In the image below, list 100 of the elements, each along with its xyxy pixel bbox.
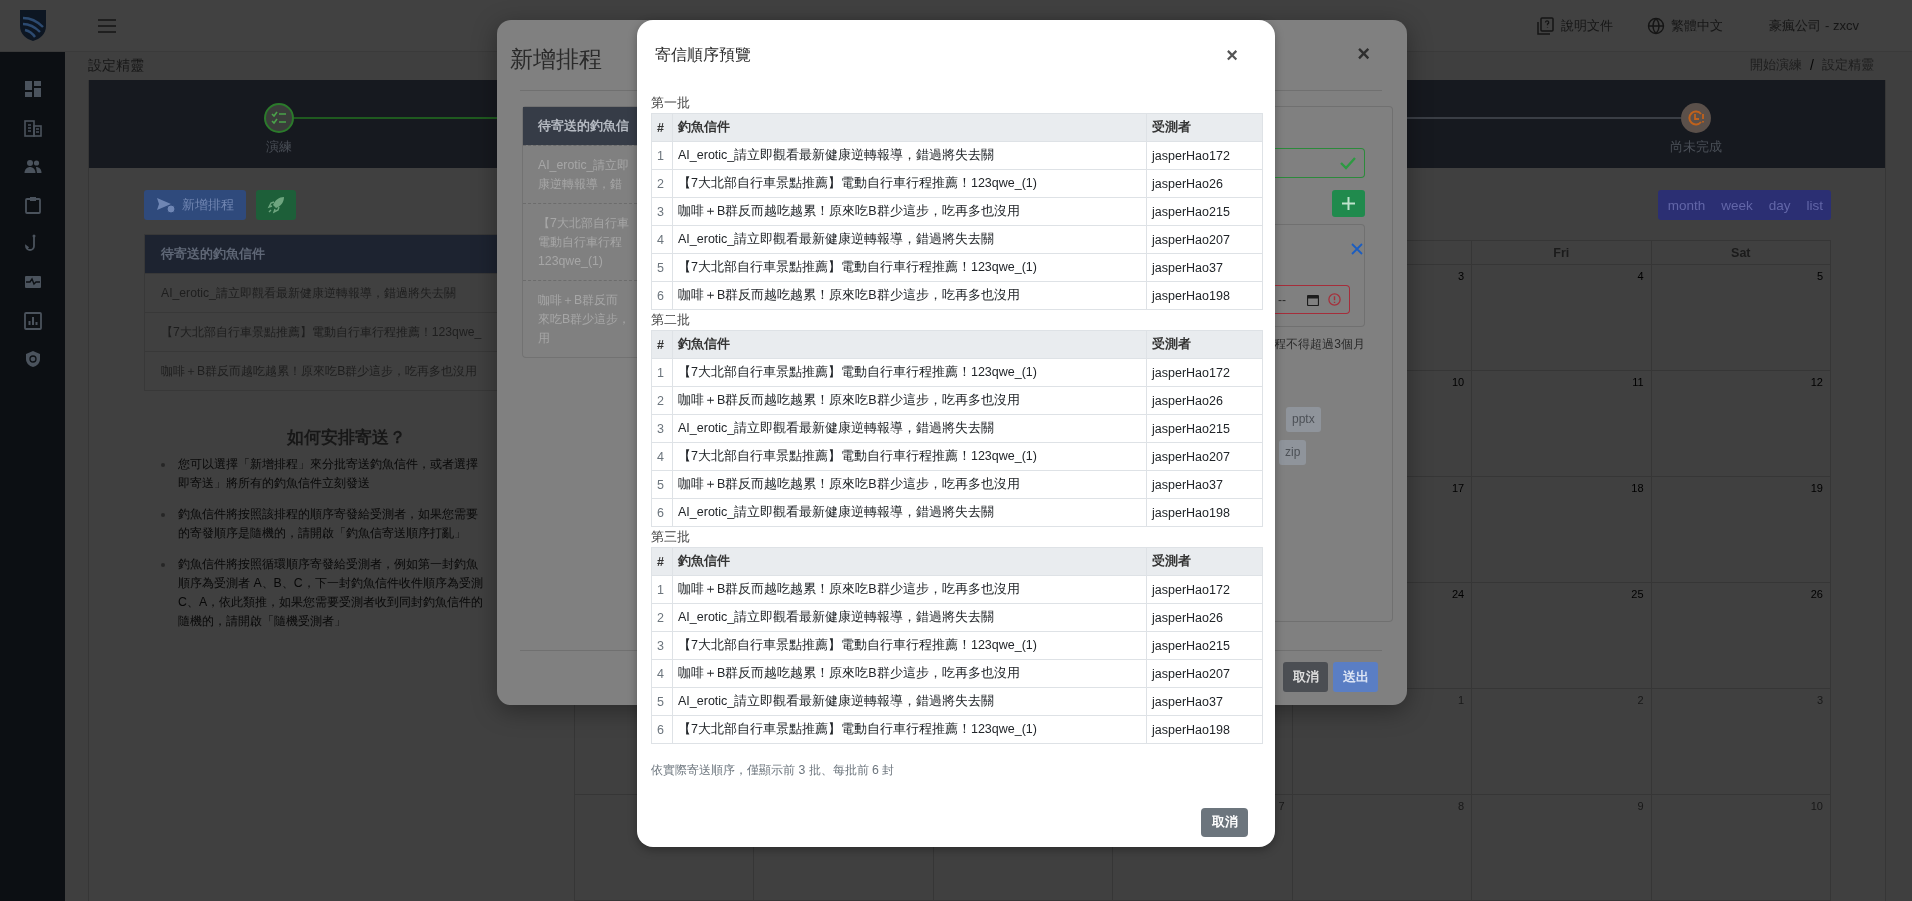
send-now-button[interactable] — [256, 190, 296, 220]
table-cell: jasperHao37 — [1146, 253, 1263, 282]
day-number: 17 — [1451, 482, 1465, 494]
batch-label: 第二批 — [651, 312, 691, 329]
file-type-tag: zip — [1279, 440, 1307, 465]
day-number: 11 — [1632, 376, 1644, 388]
table-cell: jasperHao215 — [1146, 631, 1263, 660]
dialog-title: 新增排程 — [510, 45, 603, 74]
building-icon[interactable] — [23, 118, 42, 137]
dashboard-icon[interactable] — [23, 80, 42, 98]
cancel-button[interactable]: 取消 — [1283, 662, 1328, 692]
breadcrumb-separator: / — [1810, 57, 1814, 74]
table-cell: jasperHao207 — [1146, 442, 1263, 471]
table-cell: jasperHao37 — [1146, 470, 1263, 499]
column-header: 受測者 — [1146, 113, 1263, 142]
table-cell: jasperHao26 — [1146, 603, 1263, 632]
card-header: 待寄送的釣魚信 — [523, 107, 637, 145]
table-cell: 4 — [651, 442, 673, 471]
table-cell: jasperHao215 — [1146, 414, 1263, 443]
table-cell: 咖啡＋B群反而越吃越累！原來吃B群少這步，吃再多也沒用 — [672, 659, 1147, 688]
shield-logo — [17, 9, 48, 42]
day-number: 24 — [1451, 588, 1465, 600]
column-header: # — [651, 330, 673, 359]
table-cell: 【7大北部自行車景點推薦】電動自行車行程推薦！123qwe_(1) — [672, 442, 1147, 471]
help-document-icon — [1537, 16, 1556, 35]
submit-button[interactable]: 送出 — [1333, 662, 1378, 692]
table-cell: 咖啡＋B群反而越吃越累！原來吃B群少這步，吃再多也沒用 — [672, 197, 1147, 226]
table-cell: 3 — [651, 197, 673, 226]
table-cell: 【7大北部自行車景點推薦】電動自行車行程推薦！123qwe_(1) — [672, 358, 1147, 387]
day-number: 25 — [1631, 588, 1644, 600]
close-button[interactable]: × — [1357, 42, 1370, 66]
table-cell: 5 — [651, 687, 673, 716]
date-field[interactable]: -- — [1275, 285, 1350, 314]
table-cell: 【7大北部自行車景點推薦】電動自行車行程推薦！123qwe_(1) — [672, 715, 1147, 744]
table-cell: 4 — [651, 659, 673, 688]
table-cell: jasperHao215 — [1146, 197, 1263, 226]
table-cell: jasperHao26 — [1146, 386, 1263, 415]
table-cell: 1 — [651, 358, 673, 387]
table-cell: jasperHao198 — [1146, 715, 1263, 744]
plus-icon[interactable] — [1332, 190, 1365, 217]
table-cell: AI_erotic_請立即觀看最新健康逆轉報導，錯過將失去關 — [672, 498, 1147, 527]
table-cell: AI_erotic_請立即觀看最新健康逆轉報導，錯過將失去關 — [672, 687, 1147, 716]
people-icon[interactable] — [23, 157, 42, 176]
column-header: 受測者 — [1146, 330, 1263, 359]
shield-icon[interactable] — [23, 350, 42, 369]
table-cell: 2 — [651, 603, 673, 632]
table-cell: 5 — [651, 253, 673, 282]
table-cell: 咖啡＋B群反而越吃越累！原來吃B群少這步，吃再多也沒用 — [672, 386, 1147, 415]
batch-label: 第三批 — [651, 529, 691, 546]
table-cell: jasperHao198 — [1146, 498, 1263, 527]
column-header: 釣魚信件 — [672, 330, 1147, 359]
table-cell: 1 — [651, 141, 673, 170]
table-cell: jasperHao198 — [1146, 281, 1263, 310]
menu-icon[interactable] — [98, 18, 116, 33]
day-number: 5 — [1816, 270, 1823, 282]
table-cell: AI_erotic_請立即觀看最新健康逆轉報導，錯過將失去關 — [672, 603, 1147, 632]
table-cell: 3 — [651, 631, 673, 660]
day-number: 4 — [1637, 270, 1644, 282]
table-cell: 6 — [651, 715, 673, 744]
send-clock-icon — [156, 197, 176, 213]
table-cell: 6 — [651, 498, 673, 527]
check-icon — [1340, 156, 1356, 170]
batch-label: 第一批 — [651, 95, 691, 112]
table-cell: jasperHao172 — [1146, 141, 1263, 170]
table-cell: AI_erotic_請立即觀看最新健康逆轉報導，錯過將失去關 — [672, 414, 1147, 443]
clipboard-icon[interactable] — [23, 195, 42, 214]
dialog-title: 寄信順序預覽 — [655, 45, 751, 65]
table-cell: 咖啡＋B群反而越吃越累！原來吃B群少這步，吃再多也沒用 — [672, 575, 1147, 604]
table-cell: 咖啡＋B群反而越吃越累！原來吃B群少這步，吃再多也沒用 — [672, 470, 1147, 499]
add-schedule-button[interactable]: 新增排程 — [144, 190, 246, 220]
remove-icon[interactable] — [1351, 243, 1363, 255]
day-number: 10 — [1451, 376, 1465, 388]
close-button[interactable]: × — [1226, 43, 1238, 67]
bar-chart-icon[interactable] — [23, 311, 42, 330]
table-cell: jasperHao207 — [1146, 225, 1263, 254]
column-header: 釣魚信件 — [672, 113, 1147, 142]
table-cell: 5 — [651, 470, 673, 499]
table-cell: 【7大北部自行車景點推薦】電動自行車行程推薦！123qwe_(1) — [672, 253, 1147, 282]
calendar-icon[interactable] — [1307, 293, 1319, 306]
table-cell: 2 — [651, 169, 673, 198]
table-cell: AI_erotic_請立即觀看最新健康逆轉報導，錯過將失去關 — [672, 141, 1147, 170]
column-header: # — [651, 113, 673, 142]
table-cell: 咖啡＋B群反而越吃越累！原來吃B群少這步，吃再多也沒用 — [672, 281, 1147, 310]
hint-text: 程不得超過3個月 — [1274, 336, 1365, 352]
table-cell: jasperHao172 — [1146, 575, 1263, 604]
table-cell: 1 — [651, 575, 673, 604]
column-header: 受測者 — [1146, 547, 1263, 576]
day-number: 3 — [1458, 270, 1465, 282]
table-cell: 2 — [651, 386, 673, 415]
day-number: 12 — [1810, 376, 1823, 388]
note-text: 依實際寄送順序，僅顯示前 3 批、每批前 6 封 — [651, 762, 896, 779]
table-cell: jasperHao172 — [1146, 358, 1263, 387]
column-header: 釣魚信件 — [672, 547, 1147, 576]
table-cell: jasperHao26 — [1146, 169, 1263, 198]
day-number: 26 — [1810, 588, 1823, 600]
day-number: 18 — [1631, 482, 1644, 494]
table-cell: 【7大北部自行車景點推薦】電動自行車行程推薦！123qwe_(1) — [672, 169, 1147, 198]
cancel-button[interactable]: 取消 — [1201, 808, 1248, 837]
table-cell: 6 — [651, 281, 673, 310]
rocket-icon — [266, 195, 286, 215]
